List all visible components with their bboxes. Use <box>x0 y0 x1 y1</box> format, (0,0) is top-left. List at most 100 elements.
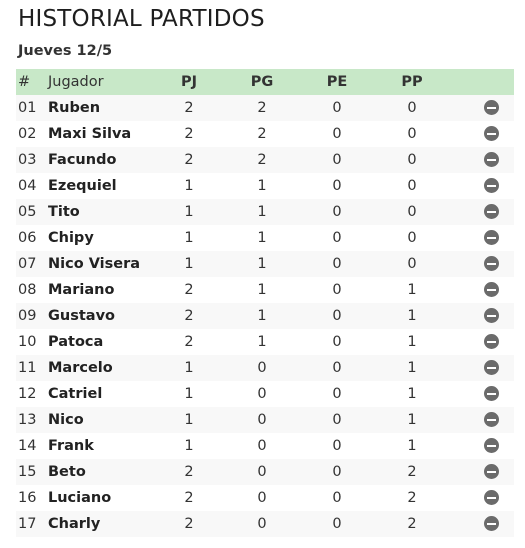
remove-circle-icon[interactable] <box>484 360 499 375</box>
table-row: 13 Nico 1 0 0 1 <box>16 407 514 433</box>
row-number: 17 <box>18 516 37 532</box>
stat-pp: 1 <box>407 308 417 324</box>
remove-player-button[interactable] <box>484 126 500 142</box>
player-name: Frank <box>48 438 94 454</box>
table-row: 03 Facundo 2 2 0 0 <box>16 147 514 173</box>
table-row: 16 Luciano 2 0 0 2 <box>16 485 514 511</box>
row-number: 10 <box>18 334 37 350</box>
stat-pg: 1 <box>257 230 267 246</box>
header-number: # <box>18 74 31 90</box>
stat-pj: 1 <box>184 360 194 376</box>
stat-pg: 0 <box>257 412 267 428</box>
row-number: 14 <box>18 438 37 454</box>
remove-player-button[interactable] <box>484 386 500 402</box>
row-number: 01 <box>18 100 37 116</box>
remove-player-button[interactable] <box>484 100 500 116</box>
stat-pe: 0 <box>332 308 342 324</box>
remove-circle-icon[interactable] <box>484 126 499 141</box>
stat-pp: 0 <box>407 100 417 116</box>
stat-pp: 2 <box>407 464 417 480</box>
remove-player-button[interactable] <box>484 360 500 376</box>
remove-player-button[interactable] <box>484 490 500 506</box>
remove-circle-icon[interactable] <box>484 256 499 271</box>
table-row: 04 Ezequiel 1 1 0 0 <box>16 173 514 199</box>
remove-circle-icon[interactable] <box>484 386 499 401</box>
remove-player-button[interactable] <box>484 334 500 350</box>
stat-pp: 2 <box>407 516 417 532</box>
row-number: 09 <box>18 308 37 324</box>
header-pj: PJ <box>180 74 198 90</box>
remove-circle-icon[interactable] <box>484 334 499 349</box>
remove-player-button[interactable] <box>484 516 500 532</box>
stat-pg: 1 <box>257 178 267 194</box>
player-name: Nico <box>48 412 84 428</box>
stat-pg: 0 <box>257 386 267 402</box>
stat-pe: 0 <box>332 386 342 402</box>
stat-pj: 1 <box>184 438 194 454</box>
remove-player-button[interactable] <box>484 464 500 480</box>
table-row: 15 Beto 2 0 0 2 <box>16 459 514 485</box>
remove-player-button[interactable] <box>484 152 500 168</box>
stat-pg: 0 <box>257 464 267 480</box>
table-body: 01 Ruben 2 2 0 0 02 Maxi Silva 2 2 0 0 03 Facundo 2 2 0 0… <box>16 95 514 537</box>
row-number: 15 <box>18 464 37 480</box>
remove-player-button[interactable] <box>484 256 500 272</box>
stat-pj: 1 <box>184 178 194 194</box>
remove-circle-icon[interactable] <box>484 516 499 531</box>
stat-pp: 1 <box>407 282 417 298</box>
match-date-subtitle: Jueves 12/5 <box>18 43 113 59</box>
remove-circle-icon[interactable] <box>484 490 499 505</box>
remove-circle-icon[interactable] <box>484 464 499 479</box>
table-row: 05 Tito 1 1 0 0 <box>16 199 514 225</box>
stat-pp: 1 <box>407 438 417 454</box>
stat-pp: 0 <box>407 152 417 168</box>
player-name: Chipy <box>48 230 94 246</box>
stat-pj: 2 <box>184 334 194 350</box>
stat-pe: 0 <box>332 334 342 350</box>
remove-circle-icon[interactable] <box>484 282 499 297</box>
stat-pe: 0 <box>332 516 342 532</box>
remove-player-button[interactable] <box>484 282 500 298</box>
remove-circle-icon[interactable] <box>484 152 499 167</box>
remove-circle-icon[interactable] <box>484 412 499 427</box>
stat-pp: 1 <box>407 412 417 428</box>
remove-player-button[interactable] <box>484 204 500 220</box>
row-number: 05 <box>18 204 37 220</box>
remove-player-button[interactable] <box>484 230 500 246</box>
stat-pp: 1 <box>407 360 417 376</box>
remove-player-button[interactable] <box>484 178 500 194</box>
row-number: 04 <box>18 178 37 194</box>
stat-pe: 0 <box>332 490 342 506</box>
player-name: Beto <box>48 464 86 480</box>
stat-pg: 0 <box>257 516 267 532</box>
stat-pg: 2 <box>257 100 267 116</box>
stat-pj: 2 <box>184 126 194 142</box>
header-pg: PG <box>250 74 274 90</box>
remove-circle-icon[interactable] <box>484 230 499 245</box>
remove-circle-icon[interactable] <box>484 204 499 219</box>
remove-player-button[interactable] <box>484 412 500 428</box>
remove-circle-icon[interactable] <box>484 308 499 323</box>
remove-circle-icon[interactable] <box>484 100 499 115</box>
player-name: Nico Visera <box>48 256 141 272</box>
remove-player-button[interactable] <box>484 308 500 324</box>
header-pp: PP <box>401 74 423 90</box>
table-row: 08 Mariano 2 1 0 1 <box>16 277 514 303</box>
remove-player-button[interactable] <box>484 438 500 454</box>
player-name: Catriel <box>48 386 103 402</box>
remove-circle-icon[interactable] <box>484 438 499 453</box>
stat-pj: 1 <box>184 412 194 428</box>
remove-circle-icon[interactable] <box>484 178 499 193</box>
stat-pj: 2 <box>184 516 194 532</box>
row-number: 03 <box>18 152 37 168</box>
page: HISTORIAL PARTIDOS Jueves 12/5 # Jugador… <box>0 0 525 548</box>
stat-pe: 0 <box>332 204 342 220</box>
stat-pe: 0 <box>332 256 342 272</box>
stat-pj: 2 <box>184 152 194 168</box>
player-name: Patoca <box>48 334 104 350</box>
player-name: Maxi Silva <box>48 126 132 142</box>
stat-pj: 1 <box>184 256 194 272</box>
stat-pe: 0 <box>332 230 342 246</box>
header-pe: PE <box>326 74 348 90</box>
stat-pp: 0 <box>407 204 417 220</box>
